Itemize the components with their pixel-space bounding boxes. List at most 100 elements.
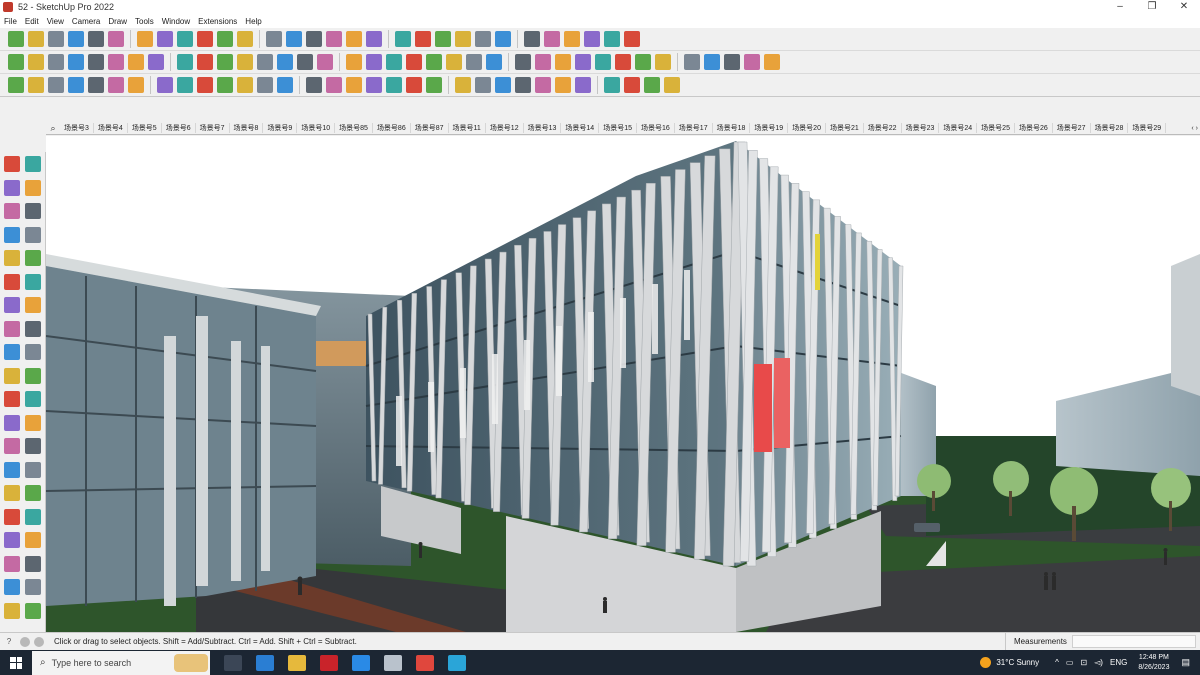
scene-scroll-arrows[interactable]: ‹ › <box>1189 125 1200 132</box>
notifications-icon[interactable]: ▤ <box>1181 657 1190 668</box>
tree-icon[interactable] <box>624 77 640 93</box>
shell-icon[interactable] <box>257 77 273 93</box>
pan-view-icon[interactable] <box>25 485 41 501</box>
component-icon[interactable] <box>297 54 313 70</box>
scene-tab[interactable]: 场景号29 <box>1128 123 1167 133</box>
menu-draw[interactable]: Draw <box>104 17 131 26</box>
line-icon[interactable] <box>4 226 20 243</box>
beam-icon[interactable] <box>535 77 551 93</box>
section-icon[interactable] <box>4 602 20 619</box>
zoom-window-icon[interactable] <box>25 508 41 525</box>
close-button[interactable]: ✕ <box>1168 0 1200 14</box>
scene-tab[interactable]: 场景号86 <box>373 123 411 133</box>
push-pull-icon[interactable] <box>137 31 153 47</box>
credits-icon[interactable] <box>34 636 44 647</box>
lattice-icon[interactable] <box>446 54 462 70</box>
material-icon[interactable] <box>724 54 740 70</box>
eraser-icon[interactable] <box>25 179 41 196</box>
sweep-icon[interactable] <box>635 54 651 70</box>
text-icon[interactable] <box>25 438 41 454</box>
railing-icon[interactable] <box>575 77 591 93</box>
scene-tab[interactable]: 场景号19 <box>750 123 789 133</box>
menu-tools[interactable]: Tools <box>131 17 158 26</box>
undo-icon[interactable] <box>584 31 600 47</box>
line-tool-icon[interactable] <box>8 77 24 93</box>
array-icon[interactable] <box>684 54 700 70</box>
edge-style-icon[interactable] <box>406 54 422 70</box>
orbit-view-icon[interactable] <box>4 485 20 501</box>
curve-icon[interactable] <box>535 54 551 70</box>
position-camera-icon[interactable] <box>455 31 471 47</box>
edge-browser-icon[interactable] <box>448 654 466 671</box>
scene-tab[interactable]: 场景号11 <box>449 123 486 133</box>
slab-icon[interactable] <box>555 77 571 93</box>
texture-icon[interactable] <box>744 54 760 70</box>
scale-icon[interactable] <box>326 77 342 93</box>
scene-tab[interactable]: 场景号14 <box>561 123 600 133</box>
terrain-icon[interactable] <box>604 77 620 93</box>
menu-window[interactable]: Window <box>158 17 194 26</box>
scene-tab[interactable]: 场景号9 <box>263 123 298 133</box>
arc-icon[interactable] <box>88 31 104 47</box>
eraser-icon[interactable] <box>48 31 64 47</box>
trim-icon[interactable] <box>217 77 233 93</box>
arc-icon[interactable] <box>4 297 20 313</box>
tag-icon[interactable] <box>25 203 41 219</box>
select-icon[interactable] <box>4 156 20 172</box>
sandbox-icon[interactable] <box>25 602 41 619</box>
scene-search-icon[interactable]: ⌕ <box>46 123 60 134</box>
window-tool-icon[interactable] <box>475 77 491 93</box>
left-view-icon[interactable] <box>108 54 124 70</box>
menu-camera[interactable]: Camera <box>68 17 104 26</box>
rotate-3d-icon[interactable] <box>346 77 362 93</box>
tray-overflow-icon[interactable]: ^ <box>1055 658 1059 667</box>
network-icon[interactable]: ⊡ <box>1080 658 1087 667</box>
scale-icon[interactable] <box>4 391 20 407</box>
look-around-icon[interactable] <box>475 31 491 47</box>
chamfer-icon[interactable] <box>575 54 591 70</box>
sketchup-taskbar-icon[interactable] <box>416 654 434 671</box>
zoom-extents-icon[interactable] <box>346 31 362 47</box>
pan-icon[interactable] <box>306 31 322 47</box>
scene-tab[interactable]: 场景号13 <box>524 123 562 133</box>
wireframe-icon[interactable] <box>177 54 193 70</box>
offset-icon[interactable] <box>466 54 482 70</box>
paint-bucket-icon[interactable] <box>4 179 20 196</box>
offset-icon[interactable] <box>25 391 41 407</box>
share-icon[interactable] <box>624 31 640 47</box>
layer-icon[interactable] <box>346 54 362 70</box>
grid-icon[interactable] <box>704 54 720 70</box>
clock[interactable]: 12:48 PM 8/26/2023 <box>1138 653 1169 673</box>
3d-text-icon[interactable] <box>25 461 41 478</box>
redo-icon[interactable] <box>604 31 620 47</box>
menu-extensions[interactable]: Extensions <box>194 17 241 26</box>
look-around-icon[interactable] <box>25 555 41 572</box>
position-camera-icon[interactable] <box>4 555 20 572</box>
orbit-icon[interactable] <box>25 156 41 172</box>
adobe-acrobat-icon[interactable] <box>320 654 338 671</box>
calculator-app-icon[interactable] <box>256 654 274 671</box>
sandbox-smoove-icon[interactable] <box>524 31 540 47</box>
language-indicator[interactable]: ENG <box>1110 658 1127 667</box>
door-icon[interactable] <box>495 77 511 93</box>
shadow-icon[interactable] <box>366 54 382 70</box>
flip-icon[interactable] <box>277 77 293 93</box>
mirror-icon[interactable] <box>306 77 322 93</box>
menu-view[interactable]: View <box>43 17 68 26</box>
split-solid-icon[interactable] <box>237 77 253 93</box>
column-icon[interactable] <box>515 77 531 93</box>
freehand-icon[interactable] <box>25 226 41 243</box>
model-viewport[interactable] <box>46 136 1200 632</box>
match-photo-icon[interactable] <box>435 31 451 47</box>
loft-icon[interactable] <box>615 54 631 70</box>
scene-tab[interactable]: 场景号17 <box>675 123 713 133</box>
shaded-icon[interactable] <box>217 54 233 70</box>
scene-tab[interactable]: 场景号15 <box>599 123 637 133</box>
outline-icon[interactable] <box>426 54 442 70</box>
polygon-icon[interactable] <box>25 273 41 290</box>
bottom-view-icon[interactable] <box>128 54 144 70</box>
zoom-view-icon[interactable] <box>4 508 20 525</box>
weld-icon[interactable] <box>655 54 671 70</box>
previous-view-icon[interactable] <box>25 532 41 548</box>
hidden-line-icon[interactable] <box>197 54 213 70</box>
